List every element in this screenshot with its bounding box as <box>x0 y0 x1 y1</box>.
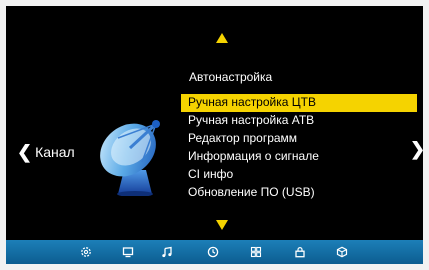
scroll-up-arrow-icon[interactable] <box>216 33 228 43</box>
menu-list: Ручная настройка ЦТВ Ручная настройка АТ… <box>181 94 417 202</box>
menu-item-manual-dtv[interactable]: Ручная настройка ЦТВ <box>181 94 417 112</box>
menu-item-manual-atv[interactable]: Ручная настройка АТВ <box>181 112 417 130</box>
package-icon[interactable] <box>333 240 351 264</box>
menu-title: Автонастройка <box>189 70 273 84</box>
menu-item-program-editor[interactable]: Редактор программ <box>181 130 417 148</box>
bottom-menu-bar <box>6 240 423 264</box>
channel-grid-icon[interactable] <box>247 240 265 264</box>
nav-left-label: Канал <box>35 144 75 160</box>
menu-item-signal-info[interactable]: Информация о сигнале <box>181 148 417 166</box>
lock-icon[interactable] <box>291 240 309 264</box>
satellite-dish-icon <box>100 120 160 196</box>
settings-icon[interactable] <box>77 240 95 264</box>
scroll-down-arrow-icon[interactable] <box>216 220 228 230</box>
picture-icon[interactable] <box>119 240 137 264</box>
sound-icon[interactable] <box>158 240 176 264</box>
clock-icon[interactable] <box>204 240 222 264</box>
nav-prev-channel[interactable]: ❮ Канал <box>17 143 75 161</box>
chevron-left-icon: ❮ <box>17 142 33 162</box>
menu-item-software-update[interactable]: Обновление ПО (USB) <box>181 184 417 202</box>
menu-item-ci-info[interactable]: CI инфо <box>181 166 417 184</box>
tv-menu-screen: ❮ Канал ❯ Автонастройка Ручная настройка… <box>6 6 423 264</box>
